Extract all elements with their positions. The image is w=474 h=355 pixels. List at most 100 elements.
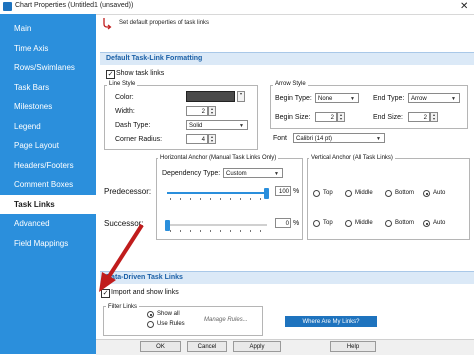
predecessor-slider-thumb[interactable] xyxy=(264,188,269,199)
show-task-links-checkbox[interactable]: ✓ xyxy=(106,70,115,79)
font-select[interactable]: Calibri (14 pt) ▼ xyxy=(293,133,385,143)
pred-radio-auto-label: Auto xyxy=(433,190,446,196)
sidebar-item-label: Headers/Footers xyxy=(14,160,74,170)
filter-show-all-label: Show all xyxy=(157,311,180,317)
filter-use-rules-radio[interactable] xyxy=(147,321,154,328)
vertical-anchor-group-label: Vertical Anchor (All Task Links) xyxy=(309,155,395,161)
begin-type-label: Begin Type: xyxy=(275,95,312,102)
sidebar-item-label: Time Axis xyxy=(14,43,49,53)
succ-radio-auto[interactable] xyxy=(423,220,430,227)
color-swatch[interactable] xyxy=(186,91,235,102)
sidebar-item-advanced[interactable]: Advanced xyxy=(0,214,96,233)
sidebar: Main Time Axis Rows/Swimlanes Task Bars Mile… xyxy=(0,14,96,354)
sidebar-item-label: Milestones xyxy=(14,102,53,111)
width-stepper[interactable]: ▴ ▾ xyxy=(208,106,216,116)
succ-radio-top[interactable] xyxy=(313,220,320,227)
succ-radio-bottom[interactable] xyxy=(385,220,392,227)
predecessor-percent-input[interactable]: 100 xyxy=(275,186,291,196)
sidebar-item-time-axis[interactable]: Time Axis xyxy=(0,39,96,58)
pred-radio-middle-label: Middle xyxy=(355,190,373,196)
apply-button[interactable]: Apply xyxy=(233,341,281,352)
succ-radio-auto-label: Auto xyxy=(433,220,446,226)
font-label: Font xyxy=(273,135,288,142)
sidebar-item-rows-swimlanes[interactable]: Rows/Swimlanes xyxy=(0,58,96,77)
close-icon[interactable]: ✕ xyxy=(460,1,468,12)
sidebar-item-page-layout[interactable]: Page Layout xyxy=(0,136,96,155)
pred-radio-top-label: Top xyxy=(323,190,333,196)
predecessor-slider-fill xyxy=(167,192,267,194)
vertical-anchor-group xyxy=(307,158,470,240)
corner-radius-stepper[interactable]: ▴ ▾ xyxy=(208,134,216,144)
successor-slider-track[interactable] xyxy=(167,224,267,226)
begin-size-input[interactable]: 2 xyxy=(315,112,337,122)
ok-button[interactable]: OK xyxy=(140,341,181,352)
pred-radio-bottom[interactable] xyxy=(385,190,392,197)
sidebar-item-label: Field Mappings xyxy=(14,238,69,248)
begin-size-stepper[interactable]: ▴ ▾ xyxy=(337,112,345,122)
line-style-group-label: Line Style xyxy=(107,81,138,87)
begin-size-label: Begin Size: xyxy=(275,114,311,121)
sidebar-item-task-links[interactable]: Task Links xyxy=(0,194,96,214)
arrow-style-group-label: Arrow Style xyxy=(273,81,308,87)
sidebar-item-label: Page Layout xyxy=(14,141,59,150)
section-header-data-driven: Data-Driven Task Links xyxy=(100,271,474,284)
width-input[interactable]: 2 xyxy=(186,106,208,116)
page-description: Set default properties of task links xyxy=(119,20,210,26)
succ-radio-middle[interactable] xyxy=(345,220,352,227)
task-link-icon xyxy=(103,18,112,30)
sidebar-item-label: Comment Boxes xyxy=(14,180,74,189)
successor-percent-sign: % xyxy=(293,220,300,227)
sidebar-item-headers-footers[interactable]: Headers/Footers xyxy=(0,156,96,175)
help-button[interactable]: Help xyxy=(330,341,376,352)
sidebar-item-label: Advanced xyxy=(14,219,50,228)
end-size-stepper[interactable]: ▴ ▾ xyxy=(430,112,438,122)
corner-radius-label: Corner Radius: xyxy=(115,136,163,143)
sidebar-item-label: Legend xyxy=(14,121,41,131)
sidebar-item-task-bars[interactable]: Task Bars xyxy=(0,78,96,97)
arrow-style-group xyxy=(270,85,468,129)
sidebar-item-milestones[interactable]: Milestones xyxy=(0,97,96,116)
dependency-type-label: Dependency Type: xyxy=(162,170,221,177)
sidebar-item-field-mappings[interactable]: Field Mappings xyxy=(0,234,96,253)
succ-radio-top-label: Top xyxy=(323,220,333,226)
end-type-label: End Type: xyxy=(373,95,405,102)
succ-radio-middle-label: Middle xyxy=(355,220,373,226)
successor-percent-input[interactable]: 0 xyxy=(275,218,291,228)
sidebar-item-main[interactable]: Main xyxy=(0,19,96,38)
color-dropdown-button[interactable]: ▾ xyxy=(237,91,245,102)
cancel-button[interactable]: Cancel xyxy=(187,341,227,352)
end-size-input[interactable]: 2 xyxy=(408,112,430,122)
sidebar-item-label: Rows/Swimlanes xyxy=(14,63,75,72)
predecessor-percent-sign: % xyxy=(293,188,300,195)
filter-links-group-label: Filter Links xyxy=(106,304,140,310)
show-task-links-label: Show task links xyxy=(116,70,165,77)
end-type-select[interactable]: Arrow ▼ xyxy=(408,93,460,103)
begin-type-select[interactable]: None ▼ xyxy=(315,93,359,103)
sidebar-item-comment-boxes[interactable]: Comment Boxes xyxy=(0,175,96,194)
sidebar-item-legend[interactable]: Legend xyxy=(0,117,96,136)
corner-radius-input[interactable]: 4 xyxy=(186,134,208,144)
color-label: Color: xyxy=(115,94,134,101)
end-size-label: End Size: xyxy=(373,114,403,121)
dash-type-label: Dash Type: xyxy=(115,122,151,129)
window-title: Chart Properties (Untitled1 (unsaved)) xyxy=(15,2,134,9)
annotation-arrow-icon xyxy=(99,223,144,292)
pred-radio-bottom-label: Bottom xyxy=(395,190,415,196)
succ-radio-bottom-label: Bottom xyxy=(395,220,415,226)
pred-radio-middle[interactable] xyxy=(345,190,352,197)
dependency-type-select[interactable]: Custom ▼ xyxy=(223,168,283,178)
manage-rules-link[interactable]: Manage Rules... xyxy=(204,317,248,323)
predecessor-label: Predecessor: xyxy=(104,187,152,196)
pred-radio-top[interactable] xyxy=(313,190,320,197)
dash-type-select[interactable]: Solid ▼ xyxy=(186,120,248,130)
where-are-my-links-button[interactable]: Where Are My Links? xyxy=(285,316,377,327)
filter-use-rules-label: Use Rules xyxy=(157,321,185,327)
app-icon xyxy=(3,2,12,11)
width-label: Width: xyxy=(115,108,135,115)
pred-radio-auto[interactable] xyxy=(423,190,430,197)
section-header-default-formatting: Default Task-Link Formatting xyxy=(100,52,474,65)
horizontal-anchor-group-label: Horizontal Anchor (Manual Task Links Onl… xyxy=(158,155,279,161)
filter-show-all-radio[interactable] xyxy=(147,311,154,318)
sidebar-item-label: Task Links xyxy=(14,199,55,209)
sidebar-item-label: Main xyxy=(14,24,32,33)
